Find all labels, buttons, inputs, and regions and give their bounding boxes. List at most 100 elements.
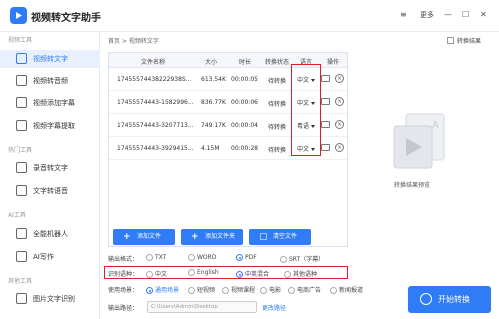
radio-icon[interactable] <box>188 269 195 276</box>
sidebar-item-video-to-audio[interactable]: 视频转音频 <box>0 72 100 90</box>
format-word-label: WORD <box>197 254 217 261</box>
file-status: 待转换 <box>268 101 287 108</box>
preview-panel: A <box>350 52 490 247</box>
scene-option-short-video[interactable]: 短视频 <box>188 285 215 294</box>
file-size: 749.17K <box>201 122 226 129</box>
video-preview-icon: A <box>393 113 445 169</box>
format-option-srt[interactable]: SRT（字幕） <box>280 254 324 263</box>
sidebar-item-ocr[interactable]: 图片文字识别 <box>0 290 100 308</box>
delete-icon[interactable]: × <box>335 74 344 83</box>
lang-mixed-label: 中英混合 <box>245 271 270 278</box>
output-format-label: 输出格式： <box>108 256 139 263</box>
more-menu[interactable]: 更多 <box>420 10 434 20</box>
radio-icon[interactable] <box>288 287 295 294</box>
radio-icon[interactable] <box>146 271 153 278</box>
add-file-label: 添加文件 <box>137 233 162 240</box>
column-header-status: 转换状态 <box>265 59 290 66</box>
sidebar-item-add-subtitle[interactable]: 视频添加字幕 <box>0 94 100 112</box>
sidebar-item-text-to-speech[interactable]: 文字转语音 <box>0 182 100 200</box>
radio-icon[interactable] <box>188 254 195 261</box>
maximize-button[interactable]: ☐ <box>462 10 469 20</box>
format-option-word[interactable]: WORD <box>188 254 216 261</box>
folder-icon[interactable] <box>321 75 330 82</box>
radio-selected-icon[interactable] <box>236 254 243 261</box>
minimize-button[interactable]: — <box>444 10 452 20</box>
start-convert-label: 开始转换 <box>438 295 470 304</box>
column-header-size: 大小 <box>205 59 218 66</box>
scene-general-label: 通用场景 <box>155 287 180 294</box>
video-text-icon <box>16 53 27 64</box>
sidebar-item-audio-to-text[interactable]: 录音转文字 <box>0 159 100 177</box>
radio-icon[interactable] <box>260 287 267 294</box>
title-bar: 视频转文字助手 ≡ 更多 — ☐ ✕ <box>0 0 499 32</box>
sidebar-item-ai-robot[interactable]: 全能机器人 <box>0 225 100 243</box>
preview-toggle[interactable]: 转换结果 <box>447 36 481 45</box>
sidebar-item-label: AI写作 <box>33 253 54 261</box>
file-duration: 00:00:04 <box>231 122 258 129</box>
scene-course-label: 视频课程 <box>231 287 256 294</box>
scene-option-news[interactable]: 新闻报道 <box>330 285 363 294</box>
lang-option-other[interactable]: 其他语种 <box>284 269 317 278</box>
delete-icon[interactable]: × <box>335 120 344 129</box>
scene-option-course[interactable]: 视频课程 <box>222 285 255 294</box>
folder-icon[interactable] <box>321 144 330 151</box>
output-path-field[interactable]: C:\Users\Admin\Desktop <box>147 301 257 313</box>
radio-selected-icon[interactable] <box>236 271 243 278</box>
format-pdf-label: PDF <box>245 254 257 261</box>
lang-other-label: 其他语种 <box>293 271 318 278</box>
radio-icon[interactable] <box>222 287 229 294</box>
sidebar-item-label: 文字转语音 <box>33 187 68 195</box>
folder-icon[interactable] <box>321 121 330 128</box>
sidebar-section-label: 热门工具 <box>8 147 33 154</box>
format-option-txt[interactable]: TXT <box>146 254 166 261</box>
output-path-label: 输出路径： <box>108 305 139 312</box>
radio-icon[interactable] <box>284 271 291 278</box>
scene-option-general[interactable]: 通用场景 <box>146 285 179 294</box>
scene-news-label: 新闻报道 <box>339 287 364 294</box>
app-logo-icon <box>10 7 27 24</box>
folder-icon[interactable] <box>321 98 330 105</box>
scene-label: 使用场景： <box>108 287 139 294</box>
radio-icon[interactable] <box>280 256 287 263</box>
add-file-button[interactable]: + 添加文件 <box>113 229 175 245</box>
format-option-pdf[interactable]: PDF <box>236 254 257 261</box>
sidebar-item-label: 视频转音频 <box>33 77 68 85</box>
start-convert-button[interactable]: 开始转换 <box>408 286 491 313</box>
sidebar-item-video-to-text[interactable]: 视频转文字 <box>0 50 100 68</box>
sidebar-item-label: 全能机器人 <box>33 230 68 238</box>
lang-option-english[interactable]: English <box>188 269 219 276</box>
microphone-icon <box>16 162 27 173</box>
lang-english-label: English <box>197 269 219 276</box>
image-text-icon <box>16 293 27 304</box>
radio-selected-icon[interactable] <box>146 287 153 294</box>
add-folder-button[interactable]: + 添加文件夹 <box>181 229 243 245</box>
sidebar-item-ai-writing[interactable]: AI写作 <box>0 248 100 266</box>
sidebar-section-label: AI工具 <box>8 212 26 219</box>
file-duration: 00:00:06 <box>231 99 258 106</box>
format-txt-label: TXT <box>155 254 167 261</box>
radio-icon[interactable] <box>146 254 153 261</box>
menu-icon[interactable]: ≡ <box>400 10 407 20</box>
scene-option-movie[interactable]: 电影 <box>260 285 281 294</box>
breadcrumb: 首页 > 视频转文字 <box>108 38 159 45</box>
clear-files-button[interactable]: ▢ 清空文件 <box>249 229 311 245</box>
file-size: 4.15M <box>201 145 220 152</box>
radio-icon[interactable] <box>188 287 195 294</box>
scene-option-ecommerce[interactable]: 电商广告 <box>288 285 321 294</box>
change-path-link[interactable]: 更改路径 <box>262 303 286 312</box>
preview-toggle-label: 转换结果 <box>457 38 482 45</box>
svg-text:A: A <box>432 120 439 131</box>
scene-ecommerce-label: 电商广告 <box>297 287 322 294</box>
file-name: 17455574443-3929415... <box>117 145 194 152</box>
checkbox-icon[interactable] <box>447 37 454 44</box>
sidebar-item-extract-subtitle[interactable]: 视频字幕提取 <box>0 117 100 135</box>
delete-icon[interactable]: × <box>335 97 344 106</box>
close-button[interactable]: ✕ <box>480 10 487 20</box>
delete-icon[interactable]: × <box>335 143 344 152</box>
file-duration: 00:00:05 <box>231 76 258 83</box>
lang-option-mixed[interactable]: 中英混合 <box>236 269 269 278</box>
subtitle-extract-icon <box>16 120 27 131</box>
lang-option-chinese[interactable]: 中文 <box>146 269 167 278</box>
file-name: 17455574438222938S... <box>117 76 192 83</box>
radio-icon[interactable] <box>330 287 337 294</box>
